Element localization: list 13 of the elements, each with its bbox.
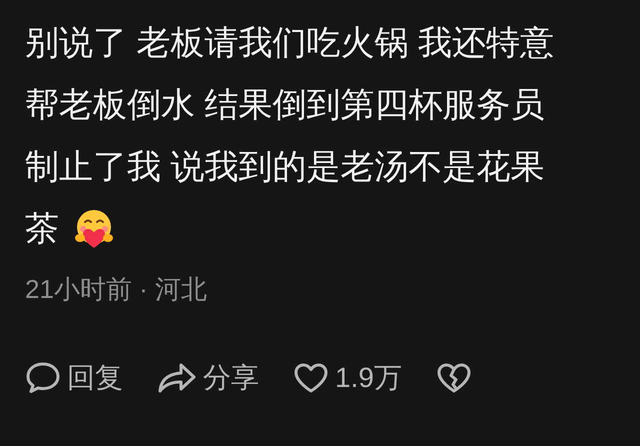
comment-text: 制止了我 说我到的是老汤不是花果: [25, 147, 544, 188]
like-button[interactable]: 1.9万: [293, 357, 402, 399]
comment-text: 茶: [25, 209, 59, 250]
comment-text: 别说了 老板请我们吃火锅 我还特意: [25, 23, 554, 64]
comment-text: 帮老板倒水 结果倒到第四杯服务员: [25, 85, 544, 126]
speech-bubble-icon: [25, 361, 61, 395]
share-arrow-icon: [157, 362, 197, 394]
share-button[interactable]: 分享: [157, 357, 259, 399]
broken-heart-icon: [436, 362, 472, 394]
dislike-button[interactable]: [436, 362, 472, 394]
reply-button[interactable]: 回复: [25, 357, 123, 399]
comment-meta: 21小时前 · 河北: [25, 273, 208, 306]
heart-icon: [293, 362, 329, 394]
